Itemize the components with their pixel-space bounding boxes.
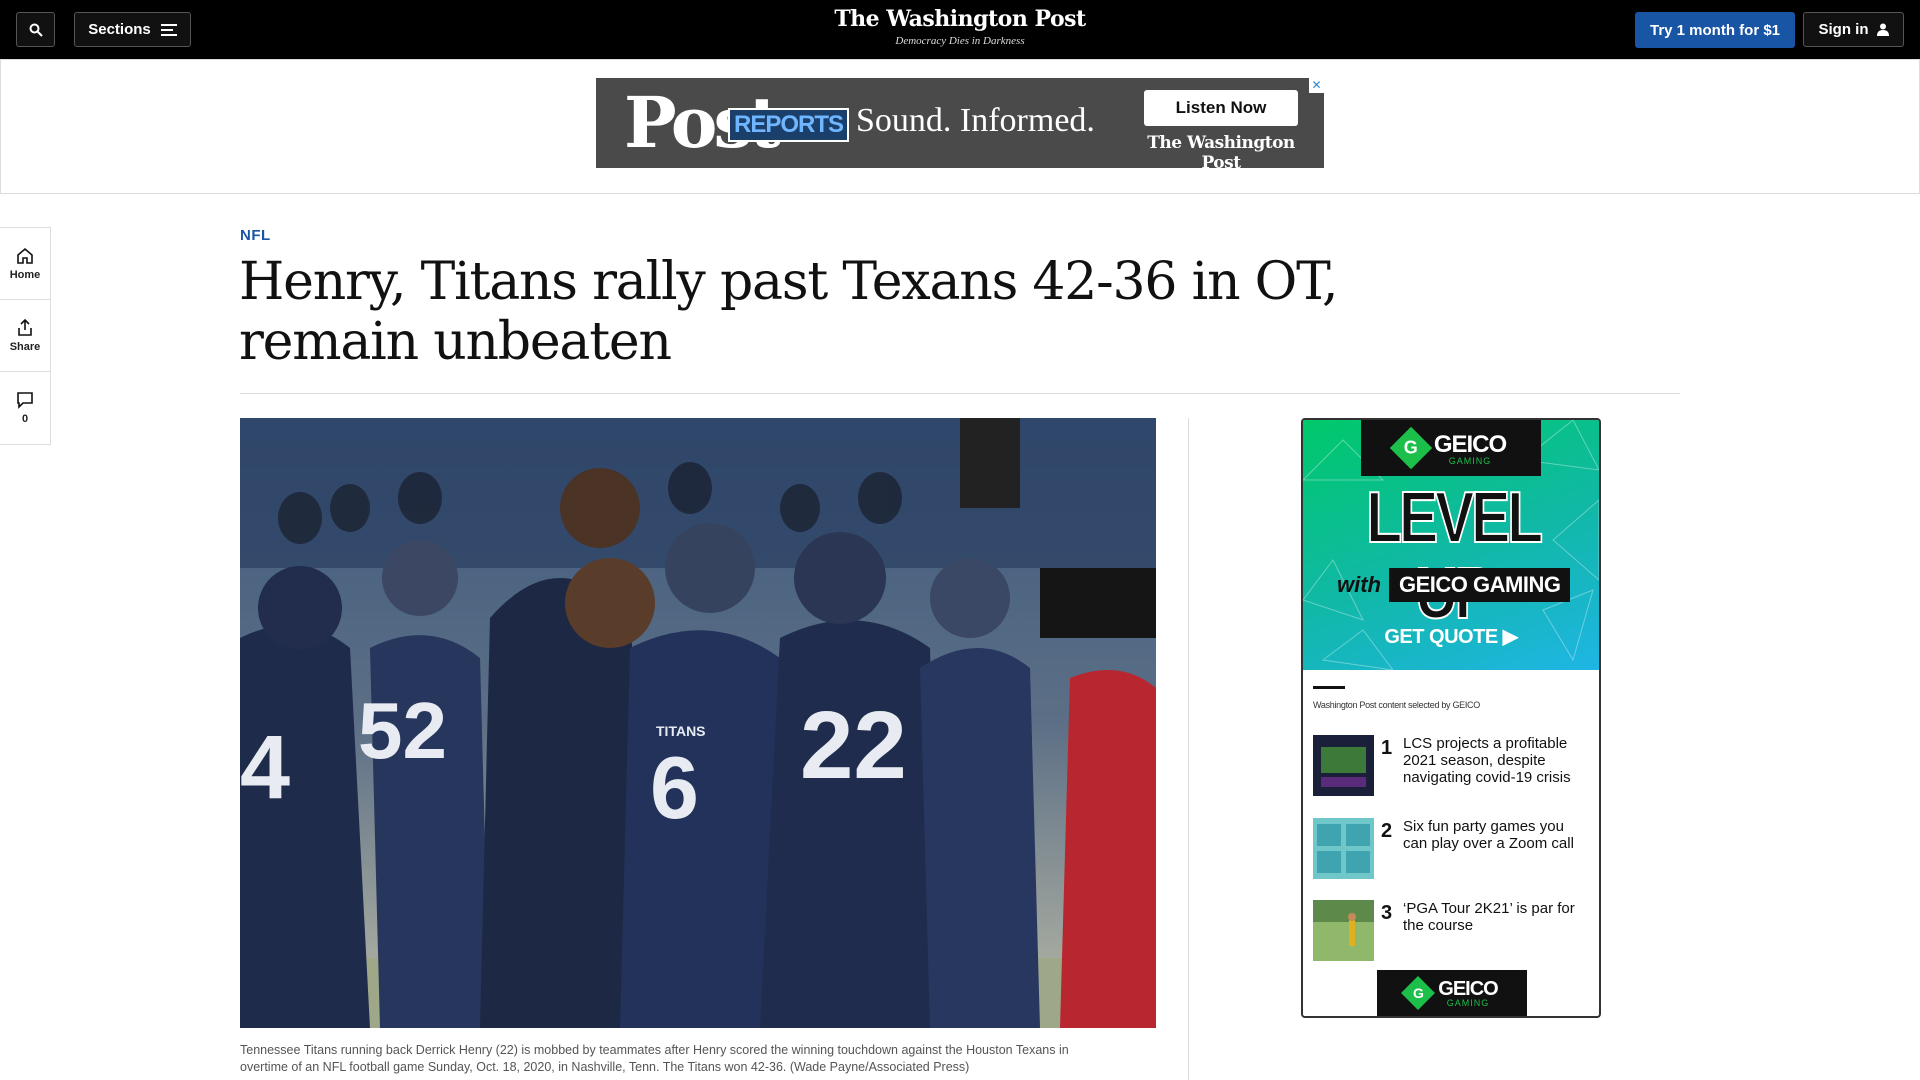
gaming-wordmark: GAMING [1446,998,1490,1008]
left-rail: Home Share 0 [0,227,51,445]
tagline: Democracy Dies in Darkness [895,35,1025,47]
article-headline: Henry, Titans rally past Texans 42-36 in… [239,252,1338,372]
banner-slogan: Sound. Informed. [856,102,1095,139]
article-kicker[interactable]: NFL [240,227,271,244]
level-up-headline: LEVEL UP [1365,478,1544,633]
ad-sponsor-note: Washington Post content selected by GEIC… [1313,700,1480,710]
search-button[interactable] [16,12,55,47]
logo-text: The Washington Post [834,6,1086,32]
headline-divider [240,393,1680,394]
rail-share-label: Share [9,340,41,353]
golf-thumbnail [1313,900,1374,961]
list-item[interactable]: 3 ‘PGA Tour 2K21’ is par for the course [1313,900,1593,962]
geico-wordmark: GEICO [1433,430,1507,458]
top-navigation-bar: Sections The Washington Post Democracy D… [0,0,1920,59]
list-item[interactable]: 1 LCS projects a profitable 2021 season,… [1313,735,1593,797]
sections-button[interactable]: Sections [74,12,191,47]
jersey-number: 6 [650,738,699,837]
subscribe-button[interactable]: Try 1 month for $1 [1635,12,1795,48]
listen-now-button[interactable]: Listen Now [1144,90,1298,126]
esports-thumbnail [1313,735,1374,796]
comment-count: 0 [21,413,29,425]
menu-icon [160,23,177,36]
sections-label: Sections [88,21,151,38]
item-number: 2 [1381,820,1393,842]
football-celebration-image: 4 52 6 22 TITANS [240,418,1156,1028]
geico-ad-creative[interactable]: G GEICO GAMING LEVEL UP with GEICO GAMIN… [1303,420,1599,670]
jersey-team-text: TITANS [656,723,706,739]
ad-close-icon[interactable]: ✕ [1309,78,1324,93]
with-text: with [1337,572,1381,597]
post-reports-banner-ad[interactable]: Post REPORTS Sound. Informed. Listen Now… [596,78,1324,173]
geico-gaming-logo: G GEICO GAMING [1361,420,1541,476]
item-number: 1 [1381,737,1393,759]
user-icon [1876,23,1889,36]
list-item[interactable]: 2 Six fun party games you can play over … [1313,818,1593,880]
get-quote-button[interactable]: GET QUOTE ▶ [1303,624,1599,649]
column-divider [1188,418,1189,1080]
home-icon [17,247,33,264]
search-icon [29,23,43,37]
sign-in-button[interactable]: Sign in [1803,12,1904,47]
rail-comments[interactable]: 0 [0,372,50,444]
party-games-thumbnail [1313,818,1374,879]
geico-gaming-text: GEICO GAMING [1389,568,1571,602]
jersey-number: 4 [240,718,290,818]
comment-icon [17,392,33,409]
item-number: 3 [1381,902,1393,924]
sign-in-label: Sign in [1818,21,1869,38]
reports-brand: REPORTS [728,108,850,142]
jersey-number: 52 [358,686,447,775]
site-logo[interactable]: The Washington Post Democracy Dies in Da… [760,6,1160,47]
banner-wp-logo: The Washington Post [1147,133,1295,173]
geico-g-mark: G [1401,976,1436,1010]
item-title[interactable]: Six fun party games you can play over a … [1403,818,1578,852]
ad-accent-bar [1313,686,1345,689]
share-icon [18,318,32,336]
item-title[interactable]: LCS projects a profitable 2021 season, d… [1403,735,1578,786]
article-photo[interactable]: 4 52 6 22 TITANS [240,418,1156,1028]
jersey-number: 22 [800,692,907,799]
with-geico-gaming: with GEICO GAMING [1337,568,1571,602]
rail-home[interactable]: Home [0,228,50,300]
item-title[interactable]: ‘PGA Tour 2K21’ is par for the course [1403,900,1578,934]
rail-share[interactable]: Share [0,300,50,372]
rail-home-label: Home [9,268,41,281]
geico-gaming-footer-logo[interactable]: G GEICO GAMING [1377,970,1527,1016]
geico-g-mark: G [1389,426,1433,470]
photo-caption: Tennessee Titans running back Derrick He… [240,1043,1069,1074]
geico-sidebar-ad[interactable]: G GEICO GAMING LEVEL UP with GEICO GAMIN… [1301,418,1601,1018]
